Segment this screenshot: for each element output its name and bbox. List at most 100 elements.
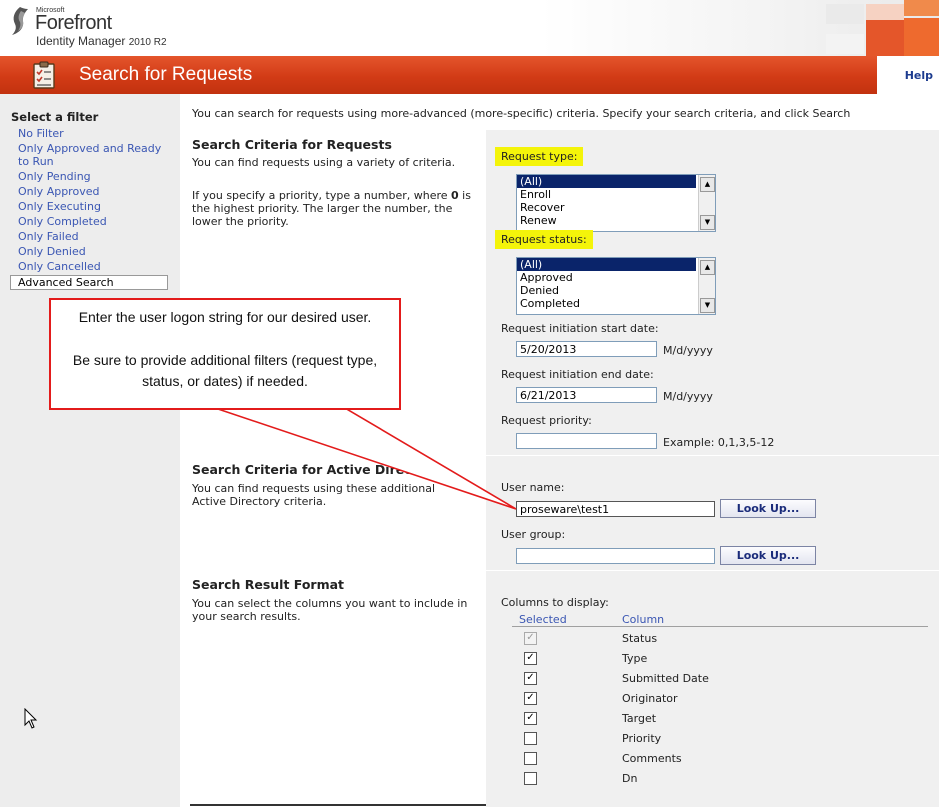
request-status-listbox[interactable]: (All) Approved Denied Completed ▲ ▼ bbox=[516, 257, 716, 315]
scroll-down-icon[interactable]: ▼ bbox=[700, 298, 715, 313]
filter-approved[interactable]: Only Approved bbox=[18, 185, 173, 198]
request-status-scrollbar[interactable]: ▲ ▼ bbox=[698, 258, 715, 314]
user-name-lookup-button[interactable]: Look Up... bbox=[720, 499, 816, 518]
column-row-target: ✓ Target bbox=[512, 712, 928, 732]
section-divider bbox=[486, 570, 939, 571]
title-bar: Search for Requests bbox=[0, 56, 877, 94]
request-type-label-text: Request type: bbox=[495, 147, 584, 166]
filter-advanced-search[interactable]: Advanced Search bbox=[10, 275, 168, 290]
column-name: Comments bbox=[622, 752, 682, 765]
forefront-logo-icon bbox=[12, 7, 28, 35]
column-row-submitted-date: ✓ Submitted Date bbox=[512, 672, 928, 692]
filter-failed[interactable]: Only Failed bbox=[18, 230, 173, 243]
callout-line2: Be sure to provide additional filters (r… bbox=[72, 352, 378, 389]
callout-line1: Enter the user logon string for our desi… bbox=[78, 309, 372, 325]
user-group-label: User group: bbox=[501, 528, 566, 541]
priority-example: Example: 0,1,3,5-12 bbox=[663, 436, 775, 449]
column-name: Type bbox=[622, 652, 648, 665]
columns-header-selected[interactable]: Selected bbox=[519, 613, 567, 626]
filter-denied[interactable]: Only Denied bbox=[18, 245, 173, 258]
banner-tile bbox=[826, 34, 864, 54]
columns-header-rule bbox=[512, 626, 928, 627]
request-status-option[interactable]: Completed bbox=[517, 297, 696, 310]
end-date-label: Request initiation end date: bbox=[501, 368, 654, 381]
banner-tile bbox=[866, 20, 904, 56]
end-date-format: M/d/yyyy bbox=[663, 390, 713, 403]
columns-label: Columns to display: bbox=[501, 596, 609, 609]
filter-approved-ready[interactable]: Only Approved and Ready to Run bbox=[18, 142, 173, 168]
brand-subproduct-name: Identity Manager bbox=[36, 34, 126, 48]
column-name: Target bbox=[622, 712, 657, 725]
request-status-label: Request status: bbox=[495, 230, 593, 249]
user-name-input[interactable]: proseware\test1 bbox=[516, 501, 715, 517]
start-date-input[interactable]: 5/20/2013 bbox=[516, 341, 657, 357]
start-date-format: M/d/yyyy bbox=[663, 344, 713, 357]
filter-completed[interactable]: Only Completed bbox=[18, 215, 173, 228]
column-checkbox-priority[interactable] bbox=[524, 732, 537, 745]
request-type-option[interactable]: (All) bbox=[517, 175, 696, 188]
filter-executing[interactable]: Only Executing bbox=[18, 200, 173, 213]
request-status-option[interactable]: Approved bbox=[517, 271, 696, 284]
request-type-listbox[interactable]: (All) Enroll Recover Renew ▲ ▼ bbox=[516, 174, 716, 232]
section-divider bbox=[486, 455, 939, 456]
column-row-dn: Dn bbox=[512, 772, 928, 792]
column-checkbox-submitted-date[interactable]: ✓ bbox=[524, 672, 537, 685]
requests-section-desc: You can find requests using a variety of… bbox=[192, 156, 456, 169]
priority-help-text: If you specify a priority, type a number… bbox=[192, 189, 477, 228]
column-checkbox-dn[interactable] bbox=[524, 772, 537, 785]
column-name: Originator bbox=[622, 692, 678, 705]
page-title: Search for Requests bbox=[79, 64, 253, 85]
column-checkbox-target[interactable]: ✓ bbox=[524, 712, 537, 725]
callout-box: Enter the user logon string for our desi… bbox=[49, 298, 401, 410]
ad-section-desc: You can find requests using these additi… bbox=[192, 482, 436, 508]
user-group-input[interactable] bbox=[516, 548, 715, 564]
columns-header-column[interactable]: Column bbox=[622, 613, 664, 626]
start-date-label: Request initiation start date: bbox=[501, 322, 659, 335]
scroll-up-icon[interactable]: ▲ bbox=[700, 260, 715, 275]
top-banner: Microsoft Forefront Identity Manager 201… bbox=[0, 0, 939, 56]
user-group-lookup-button[interactable]: Look Up... bbox=[720, 546, 816, 565]
banner-tile bbox=[904, 0, 939, 16]
help-area: Help bbox=[877, 56, 939, 94]
end-date-input[interactable]: 6/21/2013 bbox=[516, 387, 657, 403]
column-checkbox-originator[interactable]: ✓ bbox=[524, 692, 537, 705]
request-type-option[interactable]: Recover bbox=[517, 201, 696, 214]
requests-section-heading: Search Criteria for Requests bbox=[192, 137, 392, 152]
filter-heading: Select a filter bbox=[11, 110, 99, 124]
column-name: Dn bbox=[622, 772, 638, 785]
request-status-option[interactable]: Denied bbox=[517, 284, 696, 297]
request-status-label-text: Request status: bbox=[495, 230, 593, 249]
column-checkbox-status[interactable]: ✓ bbox=[524, 632, 537, 645]
filter-pending[interactable]: Only Pending bbox=[18, 170, 173, 183]
ad-section-heading: Search Criteria for Active Directory bbox=[192, 462, 441, 477]
request-type-option[interactable]: Enroll bbox=[517, 188, 696, 201]
filter-cancelled[interactable]: Only Cancelled bbox=[18, 260, 173, 273]
request-type-scrollbar[interactable]: ▲ ▼ bbox=[698, 175, 715, 231]
column-checkbox-comments[interactable] bbox=[524, 752, 537, 765]
banner-tile bbox=[826, 4, 864, 24]
filter-no-filter[interactable]: No Filter bbox=[18, 127, 173, 140]
priority-input[interactable] bbox=[516, 433, 657, 449]
mouse-pointer-icon bbox=[24, 708, 38, 729]
result-section-desc: You can select the columns you want to i… bbox=[192, 597, 468, 623]
banner-tile bbox=[904, 18, 939, 56]
column-name: Status bbox=[622, 632, 658, 645]
column-checkbox-type[interactable]: ✓ bbox=[524, 652, 537, 665]
column-row-type: ✓ Type bbox=[512, 652, 928, 672]
scroll-up-icon[interactable]: ▲ bbox=[700, 177, 715, 192]
brand-version: 2010 R2 bbox=[128, 37, 167, 48]
priority-label: Request priority: bbox=[501, 414, 592, 427]
bottom-rule bbox=[190, 804, 486, 806]
filter-sidebar: Select a filter No Filter Only Approved … bbox=[0, 94, 180, 807]
column-row-priority: Priority bbox=[512, 732, 928, 752]
column-row-originator: ✓ Originator bbox=[512, 692, 928, 712]
scroll-down-icon[interactable]: ▼ bbox=[700, 215, 715, 230]
request-status-option[interactable]: (All) bbox=[517, 258, 696, 271]
clipboard-checklist-icon bbox=[33, 61, 55, 89]
brand-subproduct: Identity Manager 2010 R2 bbox=[36, 34, 167, 48]
request-type-option[interactable]: Renew bbox=[517, 214, 696, 227]
priority-help-zero: 0 bbox=[451, 189, 459, 202]
priority-help-pre: If you specify a priority, type a number… bbox=[192, 189, 452, 202]
help-link[interactable]: Help bbox=[905, 69, 933, 82]
column-row-comments: Comments bbox=[512, 752, 928, 772]
